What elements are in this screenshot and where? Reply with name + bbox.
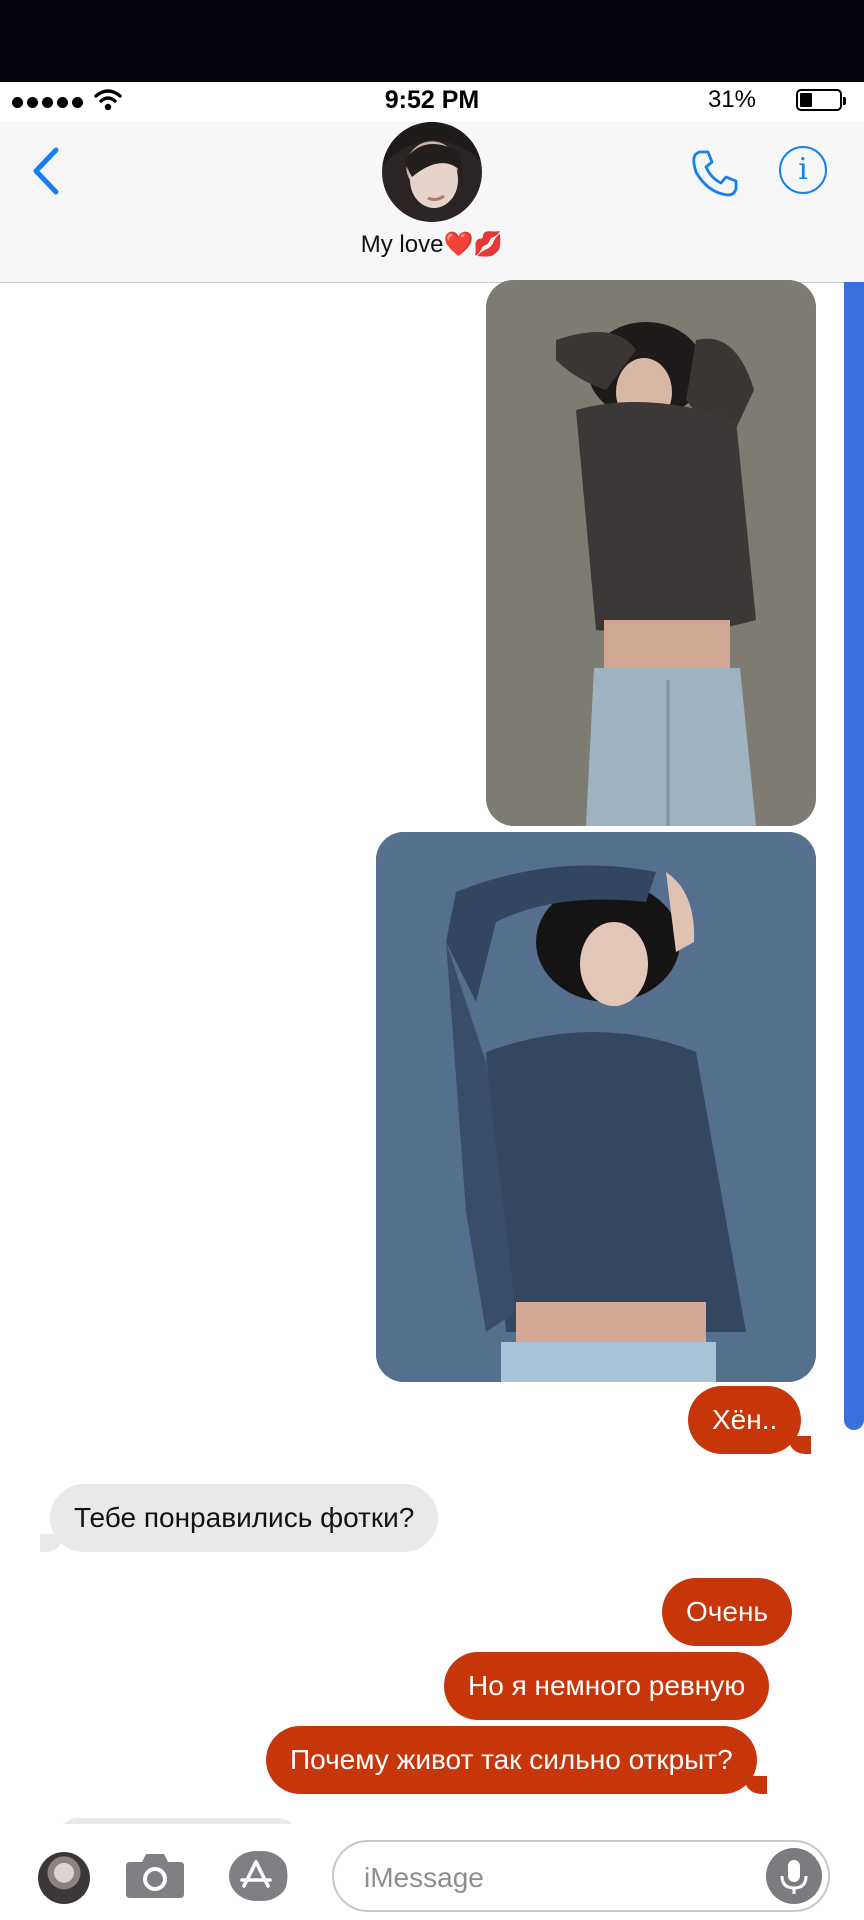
chevron-left-icon[interactable] xyxy=(28,146,64,196)
contact-avatar[interactable] xyxy=(382,122,482,222)
message-photo-2[interactable] xyxy=(376,832,816,1382)
app-store-icon[interactable] xyxy=(226,1850,296,1902)
conversation-header: My love❤️💋 i xyxy=(0,122,864,283)
compose-toolbar: iMessage xyxy=(0,1824,864,1920)
top-black-bar xyxy=(0,0,864,82)
microphone-icon[interactable] xyxy=(766,1848,822,1904)
phone-icon[interactable] xyxy=(688,146,742,200)
info-icon[interactable]: i xyxy=(779,146,827,194)
memoji-avatar[interactable] xyxy=(38,1852,90,1904)
camera-icon[interactable] xyxy=(124,1850,186,1900)
battery-percent: 31% xyxy=(707,86,756,113)
message-bubble-outgoing[interactable]: Очень xyxy=(662,1578,792,1646)
message-input[interactable]: iMessage xyxy=(332,1840,830,1912)
message-bubble-outgoing[interactable]: Но я немного ревную xyxy=(444,1652,770,1720)
message-bubble-incoming[interactable]: Тебе понравились фотки? xyxy=(39,1484,439,1552)
message-bubble-outgoing[interactable]: Почему живот так сильно открыт? xyxy=(266,1726,767,1794)
scroll-indicator[interactable] xyxy=(844,282,864,1430)
battery-icon xyxy=(796,89,846,111)
status-bar: 9:52 PM 31% xyxy=(0,82,864,122)
contact-name[interactable]: My love❤️💋 xyxy=(0,230,864,259)
message-input-placeholder: iMessage xyxy=(364,1862,484,1893)
message-bubble-outgoing[interactable]: Хён.. xyxy=(688,1386,812,1454)
message-photo-1[interactable] xyxy=(486,280,816,826)
